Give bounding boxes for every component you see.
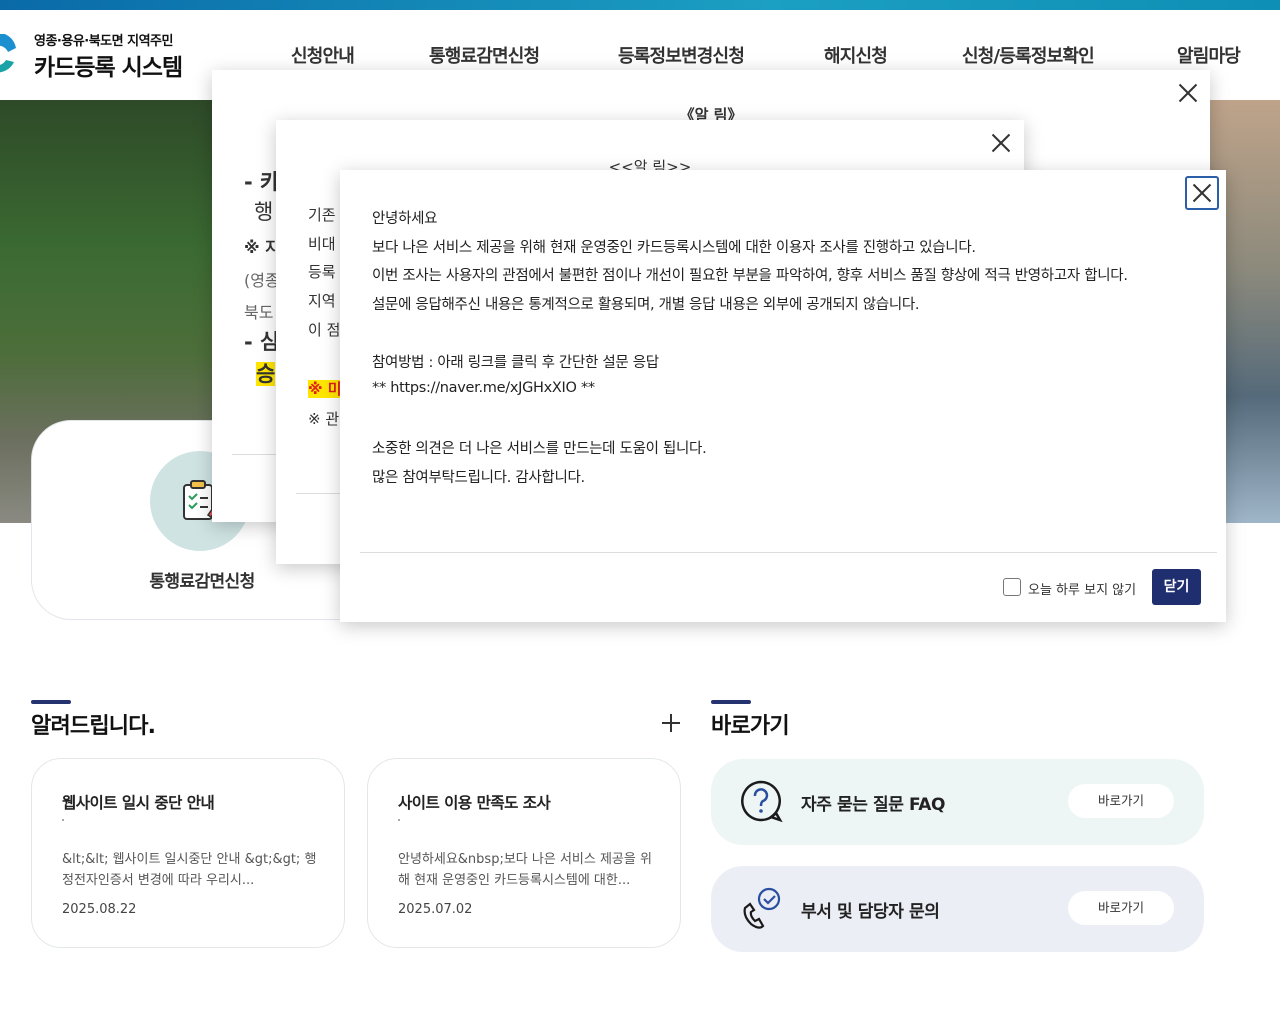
survey-popup: 안녕하세요 보다 나은 서비스 제공을 위해 현재 운영중인 카드등록시스템에 … bbox=[340, 170, 1226, 622]
quick-link-contact[interactable]: 부서 및 담당자 문의 바로가기 bbox=[711, 866, 1204, 952]
quick-section-title: 바로가기 bbox=[711, 714, 790, 739]
notice-card-title: 사이트 이용 만족도 조사 bbox=[398, 794, 551, 812]
popup-back-line: - 카 bbox=[244, 170, 280, 194]
notice-card-body: &lt;&lt; 웹사이트 일시중단 안내 &gt;&gt; 행정전자인증서 변… bbox=[62, 852, 317, 888]
popup-middle-close-button[interactable] bbox=[988, 130, 1014, 156]
notice-card-dot bbox=[398, 819, 400, 821]
survey-popup-close-icon-button[interactable] bbox=[1185, 176, 1219, 210]
hide-today-checkbox[interactable] bbox=[1003, 578, 1021, 596]
top-accent-bar bbox=[0, 0, 1280, 10]
nav-item-cancel[interactable]: 해지신청 bbox=[824, 42, 888, 68]
nav-item-notice[interactable]: 알림마당 bbox=[1177, 42, 1241, 68]
popup-back-close-button[interactable] bbox=[1175, 80, 1201, 106]
hide-today-label[interactable]: 오늘 하루 보지 않기 bbox=[1028, 579, 1136, 598]
survey-greeting: 안녕하세요 bbox=[372, 211, 438, 227]
notice-card-dot bbox=[62, 819, 64, 821]
popup-back-line: ※ 지 bbox=[244, 238, 280, 257]
quick-link-faq[interactable]: 자주 묻는 질문 FAQ 바로가기 bbox=[711, 759, 1204, 845]
logo-title[interactable]: 카드등록 시스템 bbox=[34, 48, 183, 82]
survey-popup-divider bbox=[360, 552, 1217, 553]
notices-more-plus-icon[interactable] bbox=[660, 712, 682, 734]
popup-back-line: - 심 bbox=[244, 330, 280, 354]
nav-item-apply-guide[interactable]: 신청안내 bbox=[291, 42, 355, 68]
survey-text-line: 소중한 의견은 더 나은 서비스를 만드는데 도움이 됩니다. bbox=[372, 441, 707, 457]
notice-card-body: 안녕하세요&nbsp;보다 나은 서비스 제공을 위해 현재 운영중인 카드등록… bbox=[398, 852, 652, 888]
notices-title-accent bbox=[31, 700, 71, 704]
notice-card-date: 2025.07.02 bbox=[398, 902, 473, 917]
quick-link-contact-button[interactable]: 바로가기 bbox=[1068, 891, 1174, 925]
quick-link-faq-button[interactable]: 바로가기 bbox=[1068, 784, 1174, 818]
popup-middle-line: 기존 bbox=[308, 206, 336, 224]
nav-item-toll-reduction[interactable]: 통행료감면신청 bbox=[429, 42, 540, 68]
quick-link-faq-label: 자주 묻는 질문 FAQ bbox=[801, 795, 946, 815]
notice-card-date: 2025.08.22 bbox=[62, 902, 137, 917]
popup-middle-line: 등록 bbox=[308, 263, 336, 281]
survey-text-line: 이번 조사는 사용자의 관점에서 불편한 점이나 개선이 필요한 부분을 파악하… bbox=[372, 268, 1128, 284]
nav-item-confirm[interactable]: 신청/등록정보확인 bbox=[962, 42, 1095, 68]
popup-middle-line: 지역 bbox=[308, 292, 336, 310]
nav-item-info-change[interactable]: 등록정보변경신청 bbox=[618, 42, 745, 68]
survey-close-button[interactable]: 닫기 bbox=[1152, 569, 1201, 605]
survey-method-line: 참여방법 : 아래 링크를 클릭 후 간단한 설문 응답 bbox=[372, 355, 659, 371]
popup-back-line: 북도 bbox=[244, 303, 274, 322]
survey-link[interactable]: ** https://naver.me/xJGHxXIO ** bbox=[372, 380, 595, 396]
popup-middle-line: ※ 관 bbox=[308, 410, 340, 428]
quick-title-accent bbox=[711, 700, 751, 704]
notice-card-title: 웹사이트 일시 중단 안내 bbox=[62, 794, 215, 812]
survey-text-line: 설문에 응답해주신 내용은 통계적으로 활용되며, 개별 응답 내용은 외부에 … bbox=[372, 297, 920, 313]
logo-icon bbox=[0, 34, 16, 73]
popup-back-line: (영종 bbox=[244, 271, 280, 290]
logo-subtitle: 영종·용유·북도면 지역주민 bbox=[34, 34, 173, 49]
phone-chat-icon bbox=[743, 887, 781, 929]
survey-text-line: 많은 참여부탁드립니다. 감사합니다. bbox=[372, 470, 585, 486]
notices-section-title: 알려드립니다. bbox=[31, 714, 156, 739]
popup-middle-line: 이 점 bbox=[308, 321, 341, 339]
popup-back-highlight: 승 bbox=[256, 362, 276, 386]
popup-middle-warning: ※ 미 bbox=[308, 380, 342, 398]
popup-middle-line: 비대 bbox=[308, 235, 336, 253]
feature-label: 통행료감면신청 bbox=[149, 572, 255, 592]
survey-text-line: 보다 나은 서비스 제공을 위해 현재 운영중인 카드등록시스템에 대한 이용자… bbox=[372, 240, 976, 256]
notice-card[interactable]: 사이트 이용 만족도 조사 안녕하세요&nbsp;보다 나은 서비스 제공을 위… bbox=[367, 758, 681, 948]
quick-link-contact-label: 부서 및 담당자 문의 bbox=[801, 902, 940, 922]
popup-back-line: 행 bbox=[254, 200, 274, 224]
notice-card[interactable]: 웹사이트 일시 중단 안내 &lt;&lt; 웹사이트 일시중단 안내 &gt;… bbox=[31, 758, 345, 948]
question-circle-icon bbox=[741, 780, 783, 823]
